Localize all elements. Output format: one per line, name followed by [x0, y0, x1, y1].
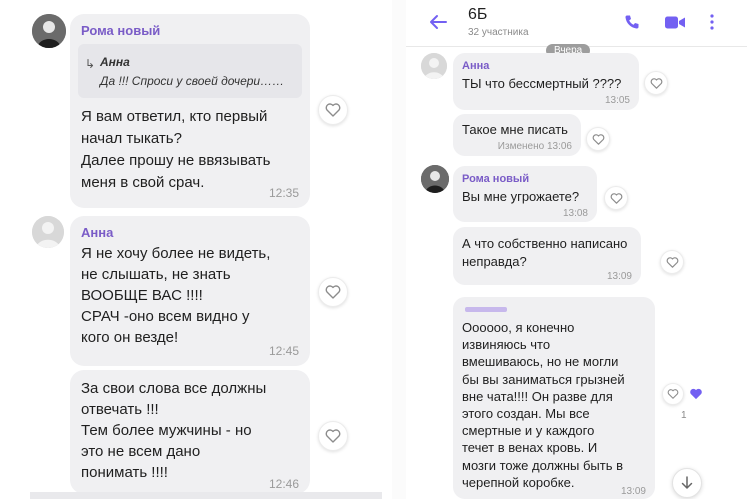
message-text: За свои слова все должны отвечать !!! Те…: [81, 380, 267, 481]
sender-name[interactable]: Анна: [81, 225, 113, 240]
reply-arrow-icon: ↳: [85, 57, 96, 71]
phone-icon: [625, 15, 639, 29]
message-time: 13:05: [604, 95, 630, 106]
video-call-button[interactable]: [662, 10, 688, 34]
heart-outline-icon: [592, 133, 604, 145]
heart-outline-icon: [610, 192, 622, 204]
message-bubble[interactable]: За свои слова все должны отвечать !!! Те…: [70, 370, 310, 494]
sender-name[interactable]: Анна: [462, 60, 489, 72]
message-time: 12:46: [268, 477, 299, 491]
message-text: Такое мне писать: [462, 122, 568, 137]
like-button[interactable]: [318, 421, 348, 451]
chat-title[interactable]: 6Б: [468, 6, 487, 24]
screenshot-divider: [392, 0, 406, 499]
arrow-down-icon: [681, 476, 693, 489]
heart-outline-icon: [325, 285, 341, 299]
message-text: ТЫ что бессмертный ????: [462, 76, 622, 91]
avatar-roma[interactable]: [32, 14, 66, 48]
message-bubble[interactable]: Рома новый ↳ Анна Да !!! Спроси у своей …: [70, 14, 310, 208]
edited-label: Изменено: [497, 141, 545, 152]
quote-text: Да !!! Спроси у своей дочери……: [100, 74, 285, 88]
default-avatar-icon: [32, 216, 64, 248]
message-text: Я не хочу более не видеть, не слышать, н…: [81, 245, 271, 346]
liked-indicator[interactable]: [686, 384, 706, 404]
avatar-anna[interactable]: [421, 53, 447, 79]
heart-filled-icon: [690, 388, 702, 400]
more-icon: [710, 14, 714, 30]
message-time: 13:09: [620, 486, 646, 497]
user-photo-icon: [421, 165, 449, 193]
avatar-anna[interactable]: [32, 216, 64, 248]
message-bubble[interactable]: Такое мне писать Изменено 13:06: [453, 114, 581, 156]
call-button[interactable]: [620, 10, 644, 34]
like-count: 1: [681, 410, 687, 421]
sender-name[interactable]: Рома новый: [81, 23, 160, 38]
like-button[interactable]: [662, 383, 684, 405]
heart-outline-icon: [666, 256, 678, 268]
message-bubble[interactable]: А что собственно написано неправда? 13:0…: [453, 227, 641, 285]
heart-outline-icon: [650, 77, 662, 89]
heart-outline-icon: [325, 103, 341, 117]
quote-author: Анна: [100, 55, 130, 69]
message-time: Изменено 13:06: [498, 141, 572, 152]
message-time: 13:08: [562, 208, 588, 219]
default-avatar-icon: [421, 53, 447, 79]
message-time: 12:35: [268, 186, 299, 200]
message-bubble[interactable]: Рома новый Вы мне угрожаете? 13:08: [453, 166, 597, 222]
time-value: 13:06: [546, 141, 572, 152]
back-button[interactable]: [426, 10, 450, 34]
like-button[interactable]: [660, 250, 684, 274]
message-time: 13:09: [606, 271, 632, 282]
scroll-to-bottom-button[interactable]: [672, 468, 702, 498]
left-chat-panel: Рома новый ↳ Анна Да !!! Спроси у своей …: [0, 0, 392, 499]
message-text: Оооооо, я конечно извиняюсь что вмешиваю…: [462, 320, 625, 490]
avatar-roma[interactable]: [421, 165, 449, 193]
message-text: А что собственно написано неправда?: [462, 236, 628, 269]
like-button[interactable]: [604, 186, 628, 210]
participants-count[interactable]: 32 участника: [468, 27, 529, 38]
more-options-button[interactable]: [703, 10, 721, 34]
quoted-message[interactable]: ↳ Анна Да !!! Спроси у своей дочери……: [78, 44, 302, 98]
message-text: Я вам ответил, кто первый начал тыкать? …: [81, 108, 271, 191]
right-chat-panel: 6Б 32 участника Вчера Анна ТЫ что бессме…: [406, 0, 747, 499]
composer-edge: [30, 492, 382, 499]
video-call-icon: [665, 16, 685, 28]
message-time: 12:45: [268, 344, 299, 358]
like-button[interactable]: [318, 277, 348, 307]
message-bubble[interactable]: Анна Я не хочу более не видеть, не слыша…: [70, 216, 310, 366]
redacted-sender-name: [465, 307, 507, 312]
like-button[interactable]: [586, 127, 610, 151]
message-bubble[interactable]: Оооооо, я конечно извиняюсь что вмешиваю…: [453, 297, 655, 499]
user-photo-icon: [32, 14, 66, 48]
back-arrow-icon: [430, 15, 447, 29]
sender-name[interactable]: Рома новый: [462, 173, 529, 185]
message-text: Вы мне угрожаете?: [462, 189, 580, 204]
message-bubble[interactable]: Анна ТЫ что бессмертный ???? 13:05: [453, 53, 639, 110]
like-button[interactable]: [318, 95, 348, 125]
like-button[interactable]: [644, 71, 668, 95]
heart-outline-icon: [325, 429, 341, 443]
heart-outline-icon: [667, 389, 679, 399]
